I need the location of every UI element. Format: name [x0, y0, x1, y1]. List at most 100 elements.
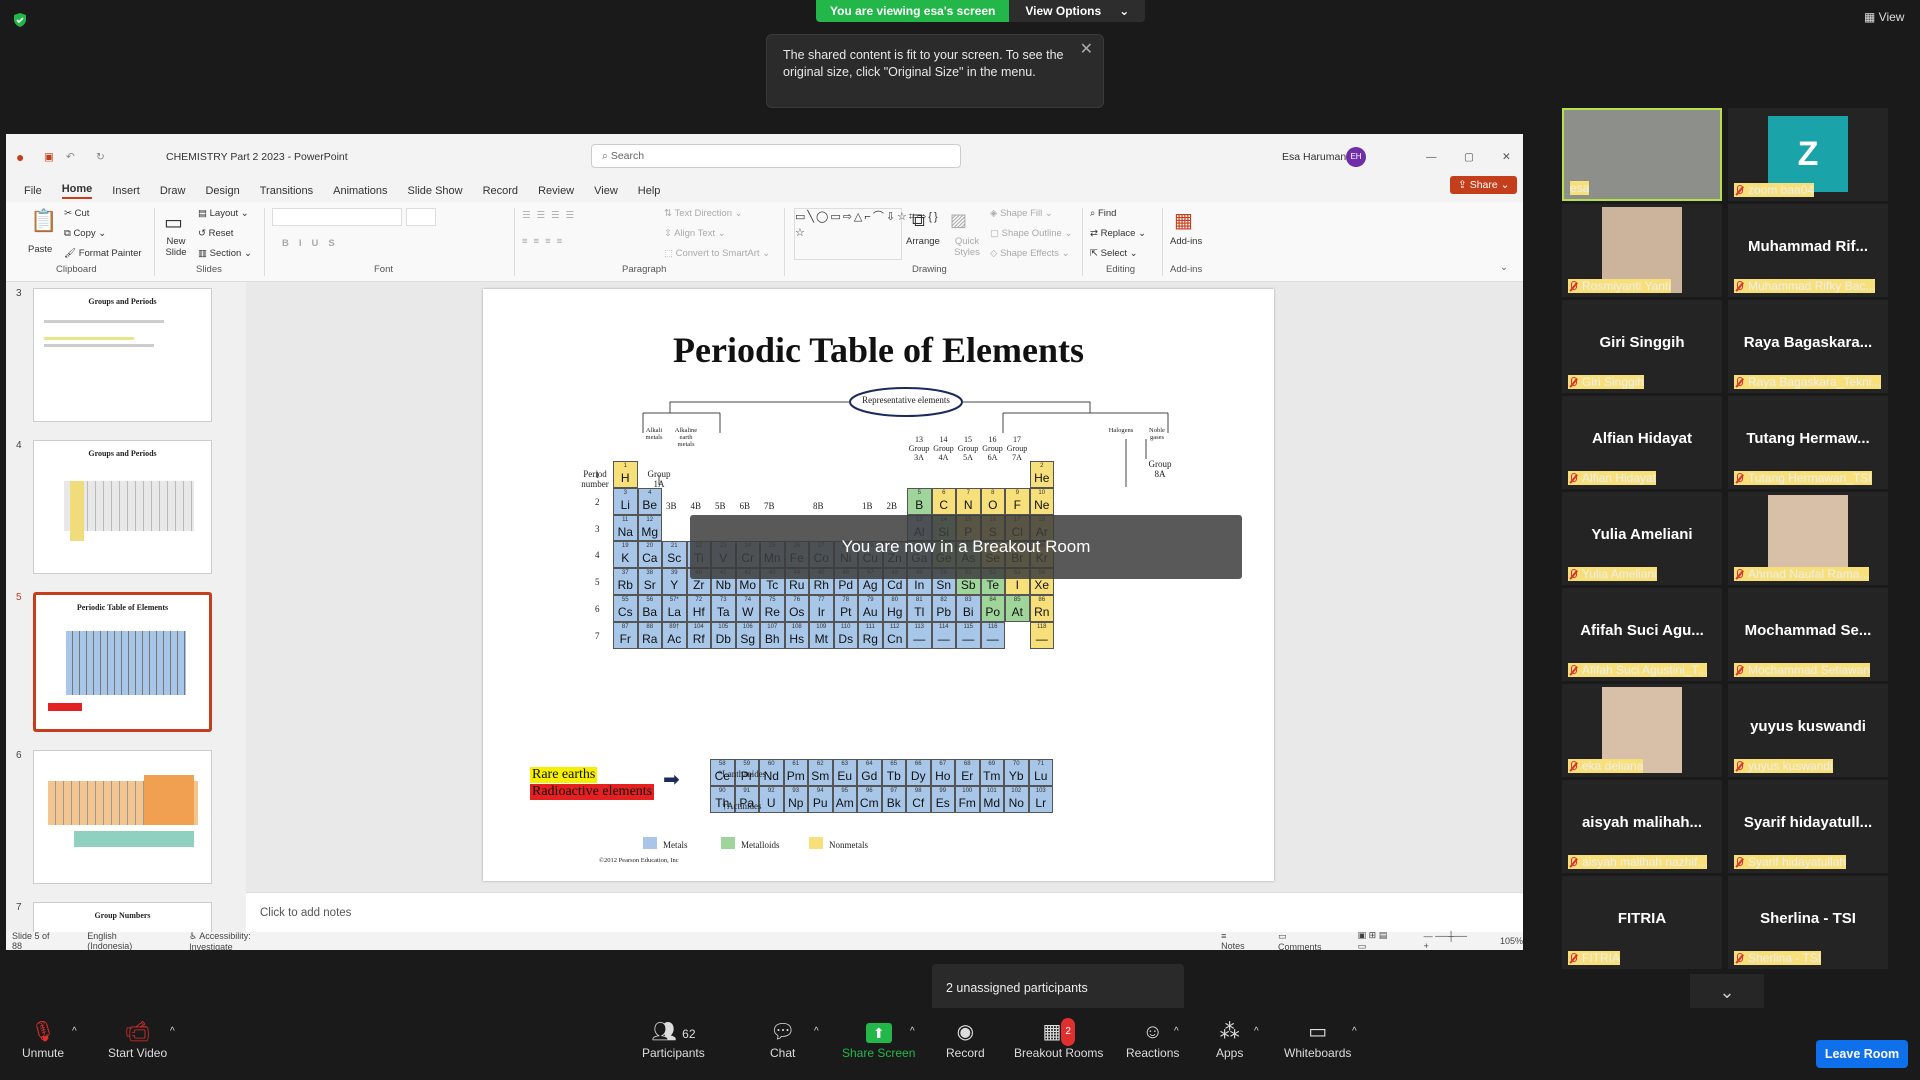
- share-screen-button[interactable]: ⬆ Share Screen: [842, 1018, 915, 1060]
- font-name-box[interactable]: [272, 208, 402, 226]
- menu-tab[interactable]: View: [594, 185, 618, 197]
- slide-thumbnail[interactable]: Groups and Periods: [33, 288, 212, 422]
- arrange-icon[interactable]: ⧉: [912, 210, 925, 231]
- participant-tile[interactable]: Alfian Hidayat Alfian Hidayat: [1562, 396, 1722, 489]
- redo-icon[interactable]: ↻: [96, 151, 105, 163]
- user-avatar[interactable]: EH: [1346, 147, 1366, 167]
- close-icon[interactable]: ✕: [1080, 41, 1093, 58]
- arrange-button[interactable]: Arrange: [906, 236, 940, 247]
- align-text-button[interactable]: ⇳ Align Text ⌄: [664, 228, 726, 239]
- menu-tab[interactable]: File: [24, 185, 42, 197]
- quick-styles-button[interactable]: Quick Styles: [950, 236, 984, 258]
- unassigned-participants-popup[interactable]: 2 unassigned participants: [932, 964, 1184, 1012]
- ppt-share-button[interactable]: ⇪ Share ⌄: [1450, 176, 1518, 194]
- participant-tile[interactable]: Muhammad Rif... Muhammad Rifky Bac...: [1728, 204, 1888, 297]
- notes-pane[interactable]: Click to add notes: [246, 892, 1523, 932]
- participant-tile[interactable]: aisyah malihah... aisyah malihah nazhif..…: [1562, 780, 1722, 873]
- addins-icon[interactable]: ▦: [1174, 208, 1193, 233]
- participant-tile[interactable]: FITRIA FITRIA: [1562, 876, 1722, 969]
- participant-tile[interactable]: Yulia Ameliani Yulia Ameliani: [1562, 492, 1722, 585]
- record-button[interactable]: ◉ Record: [946, 1018, 985, 1060]
- menu-tab[interactable]: Review: [538, 185, 574, 197]
- participant-tile[interactable]: Ahmad Naufal Rama...: [1728, 492, 1888, 585]
- menu-tab[interactable]: Animations: [333, 185, 387, 197]
- shape-outline-button[interactable]: ▢ Shape Outline ⌄: [990, 228, 1072, 239]
- participant-tile[interactable]: yuyus kuswandi yuyus kuswandi: [1728, 684, 1888, 777]
- shape-effects-button[interactable]: ◇ Shape Effects ⌄: [990, 248, 1070, 259]
- font-format-buttons[interactable]: BIUS: [282, 238, 345, 249]
- paste-icon[interactable]: 📋: [30, 208, 57, 234]
- reactions-options-caret[interactable]: ^: [1174, 1026, 1179, 1037]
- start-video-button[interactable]: 📹︎ Start Video: [108, 1018, 167, 1060]
- shapes-gallery[interactable]: ▭╲◯▭⇨△⌐⌒⇩☆⌗⇨{}☆: [794, 208, 938, 260]
- comments-toggle[interactable]: ▭ Comments: [1278, 931, 1332, 951]
- reactions-button[interactable]: ☺ Reactions: [1126, 1018, 1179, 1060]
- participant-tile[interactable]: eka deliana: [1562, 684, 1722, 777]
- zoom-slider[interactable]: — ──┼── +: [1424, 931, 1474, 950]
- unmute-button[interactable]: 🎙︎ Unmute: [22, 1018, 64, 1060]
- accessibility-button[interactable]: ♿ Accessibility: Investigate: [189, 931, 295, 951]
- participant-tile[interactable]: Tutang Hermaw... Tutang Hermawan_TSI: [1728, 396, 1888, 489]
- view-button[interactable]: ▦ View: [1864, 10, 1904, 24]
- list-buttons[interactable]: ☰☰☰☰: [522, 210, 580, 221]
- convert-smartart-button[interactable]: ⬚ Convert to SmartArt ⌄: [664, 248, 770, 259]
- new-slide-button[interactable]: New Slide: [160, 236, 192, 258]
- view-options-button[interactable]: View Options ⌄: [1009, 0, 1146, 22]
- menu-tab[interactable]: Record: [483, 185, 518, 197]
- video-options-caret[interactable]: ^: [170, 1026, 175, 1037]
- menu-tab[interactable]: Slide Show: [408, 185, 463, 197]
- minimize-icon[interactable]: —: [1426, 151, 1437, 163]
- paste-button[interactable]: Paste: [28, 244, 52, 255]
- shield-icon[interactable]: [12, 12, 28, 28]
- slide-thumbnail[interactable]: Groups and Periods: [33, 440, 212, 574]
- chat-button[interactable]: 💬︎ Chat: [770, 1018, 795, 1060]
- select-button[interactable]: ⇱ Select ⌄: [1090, 248, 1138, 259]
- addins-button[interactable]: Add-ins: [1170, 236, 1202, 247]
- layout-button[interactable]: ▤ Layout ⌄: [198, 208, 249, 219]
- participant-tile[interactable]: Syarif hidayatull... Syarif hidayatullah: [1728, 780, 1888, 873]
- menu-tab[interactable]: Home: [61, 183, 93, 199]
- participant-tile[interactable]: Mochammad Se... Mochammad Setiawan: [1728, 588, 1888, 681]
- restore-icon[interactable]: ▢: [1464, 151, 1474, 163]
- breakout-rooms-button[interactable]: ▦ 2 Breakout Rooms: [1014, 1018, 1103, 1060]
- text-direction-button[interactable]: ⇅ Text Direction ⌄: [664, 208, 743, 219]
- copy-button[interactable]: ⧉ Copy ⌄: [64, 228, 106, 239]
- align-buttons[interactable]: ≡≡≡≡: [522, 236, 568, 247]
- audio-options-caret[interactable]: ^: [72, 1026, 77, 1037]
- format-painter-button[interactable]: 🖌 Format Painter: [64, 248, 142, 259]
- save-icon[interactable]: ▣: [44, 151, 54, 163]
- participant-tile[interactable]: Giri Singgih Giri Singgih: [1562, 300, 1722, 393]
- menu-tab[interactable]: Draw: [160, 185, 186, 197]
- menu-tab[interactable]: Insert: [112, 185, 140, 197]
- whiteboards-button[interactable]: ▭ Whiteboards: [1284, 1018, 1351, 1060]
- section-button[interactable]: ▥ Section ⌄: [198, 248, 252, 259]
- replace-button[interactable]: ⇄ Replace ⌄: [1090, 228, 1146, 239]
- participants-button[interactable]: 👥︎ 62 Participants: [642, 1018, 705, 1060]
- close-window-icon[interactable]: ✕: [1502, 151, 1511, 163]
- collapse-ribbon-icon[interactable]: ⌄: [1500, 262, 1508, 273]
- participant-tile[interactable]: Afifah Suci Agu... Afifah Suci Agustini_T…: [1562, 588, 1722, 681]
- participant-tile[interactable]: Zzoom baa04: [1728, 108, 1888, 201]
- share-options-caret[interactable]: ^: [910, 1026, 915, 1037]
- font-size-box[interactable]: [406, 208, 436, 226]
- leave-room-button[interactable]: Leave Room: [1816, 1040, 1908, 1068]
- participant-tile[interactable]: Raya Bagaskara... Raya Bagaskara_Tekni...: [1728, 300, 1888, 393]
- slide-thumbnail-selected[interactable]: Periodic Table of Elements: [33, 592, 212, 732]
- notes-toggle[interactable]: ≡ Notes: [1221, 931, 1252, 950]
- menu-tab[interactable]: Design: [205, 185, 239, 197]
- search-box[interactable]: ⌕ Search: [591, 144, 961, 168]
- quick-styles-icon[interactable]: ▨: [950, 210, 967, 231]
- apps-button[interactable]: ⁂ Apps: [1216, 1018, 1243, 1060]
- participant-tile[interactable]: Sherlina - TSI Sherlina - TSI: [1728, 876, 1888, 969]
- slide-thumbnail[interactable]: [33, 750, 212, 884]
- apps-options-caret[interactable]: ^: [1254, 1026, 1259, 1037]
- shape-fill-button[interactable]: ◈ Shape Fill ⌄: [990, 208, 1053, 219]
- find-button[interactable]: ⌕ Find: [1090, 208, 1116, 219]
- gallery-scroll-down-icon[interactable]: ⌄: [1690, 974, 1764, 1010]
- menu-tab[interactable]: Transitions: [260, 185, 313, 197]
- participant-tile[interactable]: Rosmiyanti Yanti: [1562, 204, 1722, 297]
- undo-icon[interactable]: ↶: [66, 151, 75, 163]
- menu-tab[interactable]: Help: [638, 185, 661, 197]
- reset-button[interactable]: ↺ Reset: [198, 228, 233, 239]
- participant-tile[interactable]: esa: [1562, 108, 1722, 201]
